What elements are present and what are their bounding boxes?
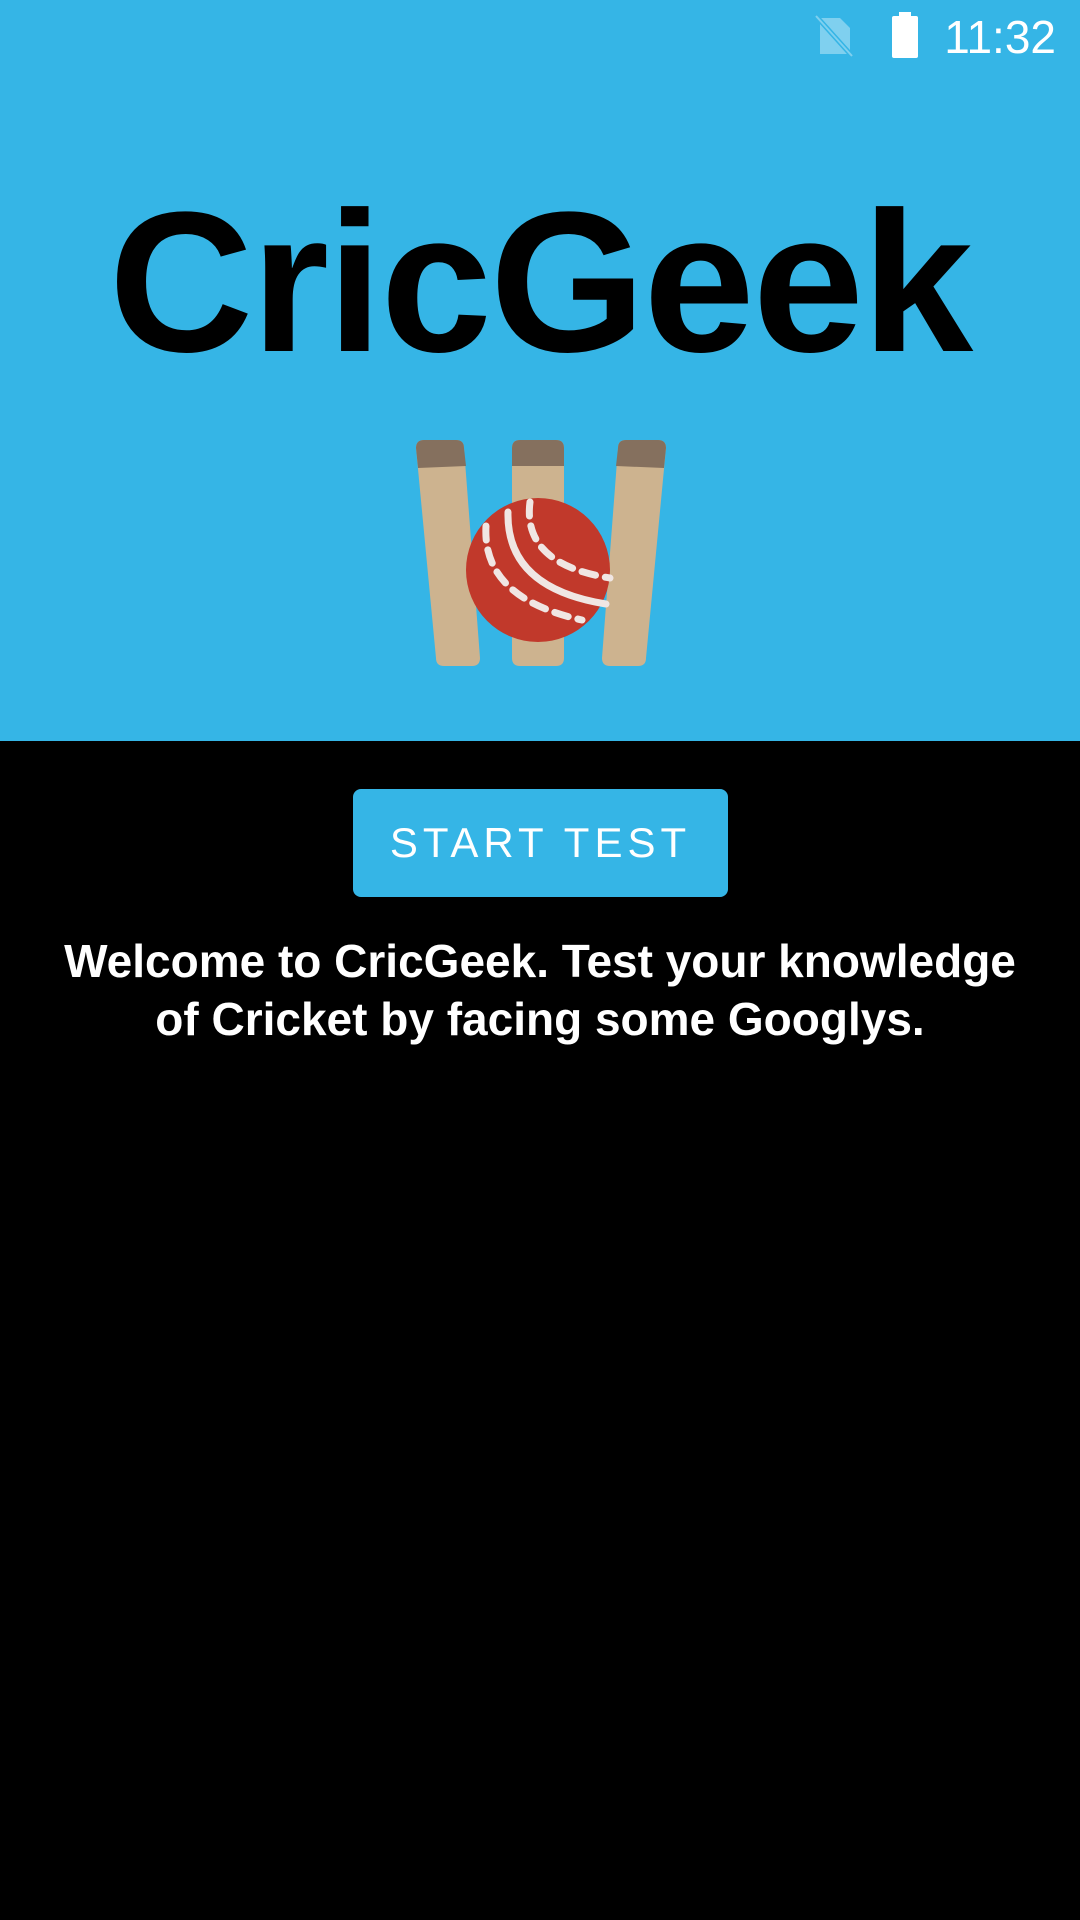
no-sim-icon [814,14,854,58]
status-bar: 11:32 [0,0,1080,72]
status-time: 11:32 [944,11,1056,63]
header-banner: 11:32 CricGeek [0,0,1080,741]
welcome-message: Welcome to CricGeek. Test your knowledge… [64,935,1016,1045]
battery-full-icon [892,12,918,58]
cricket-stumps-ball-icon [416,440,666,666]
start-test-button[interactable]: START TEST [353,789,728,897]
app-title: CricGeek [108,171,973,394]
